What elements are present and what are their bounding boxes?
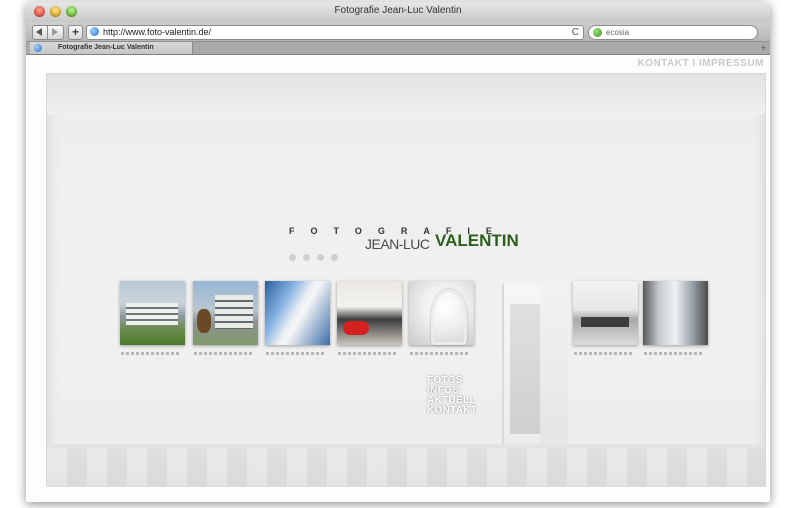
gallery-photo-6[interactable] (573, 281, 638, 345)
photo-tree (197, 309, 211, 333)
search-field-placeholder[interactable]: ecosia (606, 26, 629, 39)
logo-reflection (289, 254, 389, 264)
back-arrow-icon[interactable] (36, 28, 42, 36)
logo-reflection-dot (289, 254, 296, 261)
floor-reflection (47, 448, 765, 486)
tab-favicon-icon (34, 44, 42, 52)
nav-divider (47, 26, 48, 39)
logo-reflection-dot (331, 254, 338, 261)
browser-window: Fotografie Jean-Luc Valentin + http://ww… (26, 2, 770, 502)
gallery-photo-5[interactable] (409, 281, 474, 345)
gallery-photo-1[interactable] (120, 281, 185, 345)
photo-caption-5 (410, 352, 470, 355)
menu-item-kontakt[interactable]: KONTAKT (427, 406, 477, 416)
add-bookmark-button[interactable]: + (68, 25, 83, 40)
logo-jean-luc: JEAN-LUC (365, 236, 430, 252)
top-nav-kontakt[interactable]: KONTAKT (637, 58, 689, 69)
photo-caption-6 (574, 352, 634, 355)
gallery-room: FOTOGRAFIE JEAN-LUC VALENTIN FOTOS INFOS… (46, 73, 766, 487)
photo-caption-2 (194, 352, 254, 355)
photo-caption-3 (266, 352, 326, 355)
gallery-menu: FOTOS INFOS AKTUELL KONTAKT (427, 376, 477, 416)
logo-reflection-dot (317, 254, 324, 261)
title-bar: Fotografie Jean-Luc Valentin (26, 2, 770, 23)
gallery-photo-7[interactable] (643, 281, 708, 345)
top-nav-separator: I (692, 58, 696, 69)
address-bar-url[interactable]: http://www.foto-valentin.de/ (103, 26, 211, 39)
browser-toolbar: + http://www.foto-valentin.de/ C ecosia (26, 22, 770, 42)
web-content: KONTAKT I IMPRESSUM FOTOGRAFIE JEAN-LUC … (26, 55, 770, 502)
top-navigation: KONTAKT I IMPRESSUM (637, 58, 764, 69)
photo-building (126, 303, 178, 325)
doorway-inner-wall (510, 304, 540, 434)
logo-reflection-dot (303, 254, 310, 261)
gallery-photo-4[interactable] (337, 281, 402, 345)
search-field[interactable]: ecosia (588, 25, 758, 40)
tab-bar: Fotografie Jean-Luc Valentin + (26, 42, 770, 55)
window-title: Fotografie Jean-Luc Valentin (334, 5, 462, 16)
forward-arrow-icon[interactable] (52, 28, 58, 36)
new-tab-button[interactable]: + (761, 42, 766, 54)
reload-icon[interactable]: C (572, 26, 579, 39)
photo-caption-7 (644, 352, 704, 355)
logo-valentin: VALENTIN (435, 231, 519, 250)
photo-staircase (431, 289, 467, 345)
top-nav-impressum[interactable]: IMPRESSUM (699, 58, 764, 69)
photo-red-chairs (343, 321, 369, 335)
tab-label: Fotografie Jean-Luc Valentin (58, 44, 154, 51)
doorway-side-wall (540, 284, 568, 444)
photo-caption-1 (121, 352, 181, 355)
site-globe-icon (90, 27, 99, 36)
gallery-ceiling (47, 74, 765, 114)
address-bar[interactable]: http://www.foto-valentin.de/ C (86, 25, 584, 40)
gallery-photo-2[interactable] (193, 281, 258, 345)
search-engine-icon[interactable] (593, 28, 602, 37)
photo-building (215, 295, 253, 329)
gallery-photo-3[interactable] (265, 281, 330, 345)
photo-caption-4 (338, 352, 398, 355)
gallery-doorway (502, 284, 568, 444)
back-forward-buttons (32, 25, 64, 40)
tab-fotografie[interactable]: Fotografie Jean-Luc Valentin (30, 42, 193, 54)
photo-desk (581, 317, 629, 327)
